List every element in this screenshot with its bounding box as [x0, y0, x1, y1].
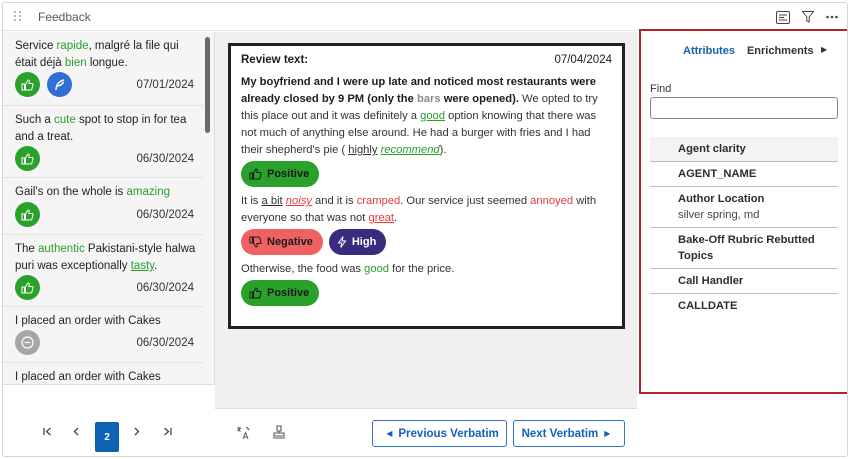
effort-icon [47, 72, 72, 97]
attribute-row[interactable]: Agent clarity [650, 137, 838, 162]
list-item-text: I placed an order with Cakes [15, 315, 161, 327]
attribute-row[interactable]: CALLDATE [650, 294, 838, 318]
verbatim-list-panel: Service rapide, malgré la file qui était… [3, 32, 215, 456]
list-item-text: Such a cute spot to stop in for tea and … [15, 114, 187, 143]
verbatim-footer: ◀ Previous Verbatim Next Verbatim ▶ [215, 408, 637, 456]
intensity-high-badge[interactable]: High [328, 229, 387, 255]
filter-icon[interactable] [799, 8, 817, 26]
attribute-row[interactable]: AGENT_NAME [650, 162, 838, 187]
drag-handle-icon[interactable] [14, 11, 22, 22]
thumbs-up-icon [15, 146, 40, 171]
sentiment-negative-badge[interactable]: Negative [241, 229, 323, 255]
list-item-date: 06/30/2024 [136, 281, 194, 294]
thumbs-up-icon [249, 168, 262, 180]
lightning-icon [337, 236, 347, 248]
tab-enrichments[interactable]: Enrichments [747, 45, 814, 57]
verbatim-date: 07/04/2024 [554, 54, 612, 66]
list-item-date: 06/30/2024 [136, 152, 194, 165]
first-page-button[interactable] [43, 424, 52, 439]
list-item-date: 06/30/2024 [136, 336, 194, 349]
attribute-row[interactable]: Author Location silver spring, md [650, 187, 838, 228]
list-item[interactable]: Service rapide, malgré la file qui était… [3, 32, 204, 106]
thumbs-up-icon [15, 202, 40, 227]
list-item-date: 07/01/2024 [136, 78, 194, 91]
verbatim-card: Review text: 07/04/2024 My boyfriend and… [228, 43, 625, 329]
thumbs-up-icon [15, 72, 40, 97]
feedback-widget: Feedback Service rapide, malgré la file … [2, 2, 848, 457]
thumbs-up-icon [15, 275, 40, 300]
previous-page-button[interactable] [73, 424, 79, 439]
sentiment-positive-badge[interactable]: Positive [241, 161, 320, 187]
tab-attributes[interactable]: Attributes [683, 45, 735, 57]
next-page-button[interactable] [134, 424, 140, 439]
verbatim-detail-panel: Review text: 07/04/2024 My boyfriend and… [215, 32, 637, 456]
list-item[interactable]: The authentic Pakistani-style halwa puri… [3, 235, 204, 307]
panel-tabs: Attributes Enrichments [683, 45, 814, 57]
current-page-button[interactable]: 2 [95, 422, 119, 452]
attribute-row[interactable]: Bake-Off Rubric Rebutted Topics [650, 228, 838, 269]
table-view-icon[interactable] [774, 8, 792, 26]
translate-icon[interactable] [235, 426, 250, 443]
list-item[interactable]: Such a cute spot to stop in for tea and … [3, 106, 204, 178]
list-item[interactable]: I placed an order with Cakes [3, 363, 204, 384]
thumbs-up-icon [249, 287, 262, 299]
title-bar: Feedback [3, 3, 847, 31]
list-item-text: The authentic Pakistani-style halwa puri… [15, 243, 196, 272]
attributes-panel: Attributes Enrichments ▶ Find Agent clar… [639, 29, 847, 394]
tabs-scroll-right-icon[interactable]: ▶ [821, 45, 827, 54]
thumbs-down-icon [249, 236, 262, 248]
last-page-button[interactable] [163, 424, 172, 439]
sentiment-positive-badge[interactable]: Positive [241, 280, 320, 306]
widget-title: Feedback [38, 10, 91, 24]
find-input[interactable] [650, 97, 838, 119]
list-item[interactable]: Gail's on the whole is amazing 06/30/202… [3, 178, 204, 235]
stamp-icon[interactable] [272, 425, 286, 443]
next-verbatim-button[interactable]: Next Verbatim ▶ [513, 420, 625, 447]
more-options-icon[interactable] [823, 8, 841, 26]
list-item-text: Gail's on the whole is amazing [15, 186, 170, 198]
previous-verbatim-button[interactable]: ◀ Previous Verbatim [372, 420, 507, 447]
find-label: Find [650, 83, 672, 95]
list-item-date: 06/30/2024 [136, 208, 194, 221]
list-item-text: I placed an order with Cakes [15, 371, 161, 383]
sentence-3: Otherwise, the food was good for the pri… [241, 263, 455, 275]
list-scrollbar[interactable] [205, 37, 210, 133]
verbatim-list: Service rapide, malgré la file qui était… [3, 32, 215, 384]
list-item-text: Service rapide, malgré la file qui était… [15, 40, 179, 69]
review-text-label: Review text: [241, 54, 309, 66]
neutral-icon [15, 330, 40, 355]
sentence-2: It is a bit noisy and it is cramped. Our… [241, 195, 597, 224]
sentence-1: My boyfriend and I were up late and noti… [241, 76, 598, 156]
list-item[interactable]: I placed an order with Cakes 06/30/2024 [3, 307, 204, 363]
attribute-row[interactable]: Call Handler [650, 269, 838, 294]
pagination: 2 [3, 384, 215, 456]
attribute-list: Agent clarity AGENT_NAME Author Location… [650, 137, 838, 318]
